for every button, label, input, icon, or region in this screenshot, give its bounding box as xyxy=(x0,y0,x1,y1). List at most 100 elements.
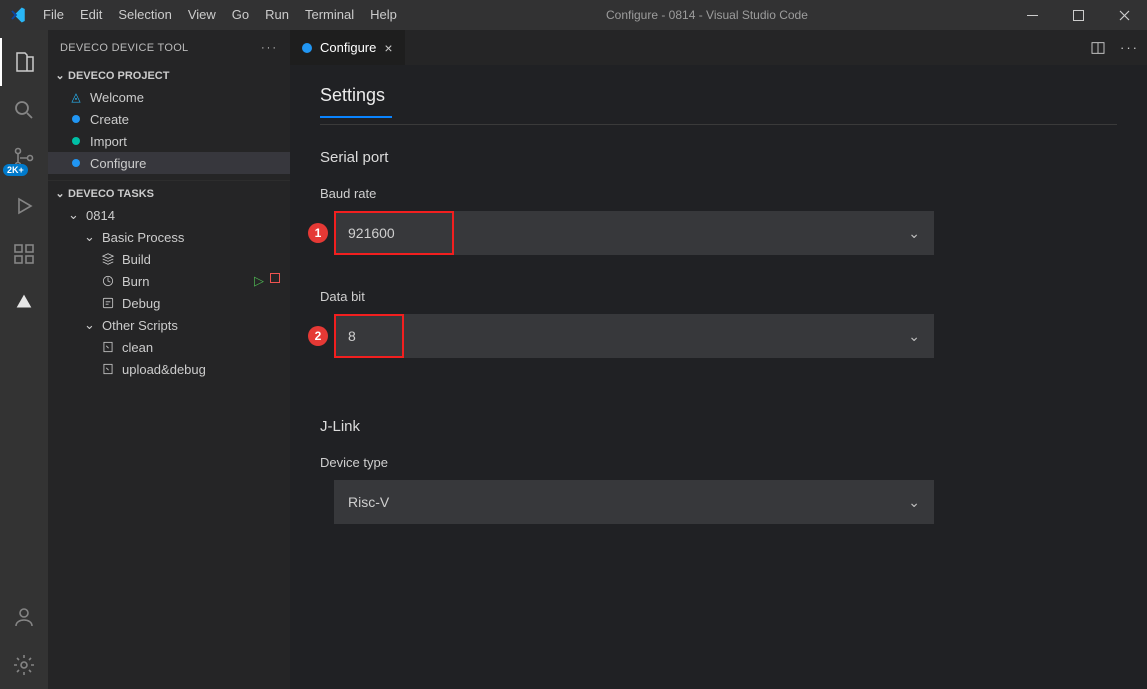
stop-icon[interactable] xyxy=(270,273,280,283)
tree-label: clean xyxy=(122,340,153,355)
sidebar-item-import[interactable]: Import xyxy=(48,130,290,152)
tree-label: Configure xyxy=(90,156,146,171)
build-icon xyxy=(100,251,116,267)
section-title-label: DEVECO PROJECT xyxy=(68,70,169,82)
tree-label: Import xyxy=(90,134,127,149)
script-icon xyxy=(100,339,116,355)
settings-panel[interactable]: Settings Serial port Baud rate 1 921600 … xyxy=(290,65,1147,689)
tree-label: 0814 xyxy=(86,208,115,223)
tab-bar: Configure × ··· xyxy=(290,30,1147,65)
tree-label: Build xyxy=(122,252,151,267)
welcome-icon: ◬ xyxy=(68,89,84,105)
section-title-label: DEVECO TASKS xyxy=(68,188,154,200)
vscode-logo-icon xyxy=(0,6,35,24)
menu-edit[interactable]: Edit xyxy=(72,0,110,30)
sidebar-item-configure[interactable]: Configure xyxy=(48,152,290,174)
debug-icon xyxy=(100,295,116,311)
sidebar-more-icon[interactable]: ··· xyxy=(261,42,278,54)
device-type-label: Device type xyxy=(320,455,1117,470)
baud-rate-label: Baud rate xyxy=(320,186,1117,201)
select-value: Risc-V xyxy=(348,494,389,510)
burn-icon xyxy=(100,273,116,289)
annotation-badge-2: 2 xyxy=(308,326,328,346)
script-icon xyxy=(100,361,116,377)
tab-configure[interactable]: Configure × xyxy=(290,30,406,65)
window-controls xyxy=(1009,0,1147,30)
window-title: Configure - 0814 - Visual Studio Code xyxy=(405,8,1009,22)
task-clean[interactable]: clean xyxy=(48,336,290,358)
chevron-down-icon: ⌄ xyxy=(52,69,68,82)
sidebar: DEVECO DEVICE TOOL ··· ⌄ DEVECO PROJECT … xyxy=(48,30,290,689)
menu-go[interactable]: Go xyxy=(224,0,257,30)
maximize-button[interactable] xyxy=(1055,0,1101,30)
chevron-down-icon: ⌄ xyxy=(908,225,920,242)
task-upload-debug[interactable]: upload&debug xyxy=(48,358,290,380)
task-group-basic[interactable]: ⌄ Basic Process xyxy=(48,226,290,248)
divider xyxy=(320,124,1117,125)
chevron-down-icon: ⌄ xyxy=(84,229,96,245)
tree-label: Other Scripts xyxy=(102,318,178,333)
task-group-other[interactable]: ⌄ Other Scripts xyxy=(48,314,290,336)
menu-terminal[interactable]: Terminal xyxy=(297,0,362,30)
section-deveco-tasks[interactable]: ⌄ DEVECO TASKS xyxy=(48,180,290,204)
scm-badge: 2K+ xyxy=(3,164,28,176)
menu-view[interactable]: View xyxy=(180,0,224,30)
section-deveco-project[interactable]: ⌄ DEVECO PROJECT xyxy=(48,65,290,86)
create-icon xyxy=(68,111,84,127)
menu-run[interactable]: Run xyxy=(257,0,297,30)
chevron-down-icon: ⌄ xyxy=(68,207,80,223)
chevron-down-icon: ⌄ xyxy=(908,494,920,511)
tab-label: Configure xyxy=(320,40,376,55)
chevron-down-icon: ⌄ xyxy=(84,317,96,333)
task-burn[interactable]: Burn ▷ xyxy=(48,270,290,292)
tree-label: Create xyxy=(90,112,129,127)
baud-rate-select[interactable]: 921600 ⌄ xyxy=(334,211,934,255)
close-icon[interactable]: × xyxy=(384,40,392,56)
run-debug-icon[interactable] xyxy=(0,182,48,230)
menu-bar: File Edit Selection View Go Run Terminal… xyxy=(35,0,405,30)
highlight-box xyxy=(334,314,404,358)
annotation-badge-1: 1 xyxy=(308,223,328,243)
tree-label: Debug xyxy=(122,296,160,311)
sidebar-item-welcome[interactable]: ◬ Welcome xyxy=(48,86,290,108)
tree-label: Basic Process xyxy=(102,230,184,245)
activity-bar: 2K+ xyxy=(0,30,48,689)
menu-help[interactable]: Help xyxy=(362,0,405,30)
explorer-icon[interactable] xyxy=(0,38,48,86)
menu-selection[interactable]: Selection xyxy=(110,0,179,30)
select-value: 921600 xyxy=(348,225,395,241)
chevron-down-icon: ⌄ xyxy=(52,187,68,200)
chevron-down-icon: ⌄ xyxy=(908,328,920,345)
run-icon[interactable]: ▷ xyxy=(254,273,264,289)
search-icon[interactable] xyxy=(0,86,48,134)
task-build[interactable]: Build xyxy=(48,248,290,270)
task-root[interactable]: ⌄ 0814 xyxy=(48,204,290,226)
minimize-button[interactable] xyxy=(1009,0,1055,30)
deveco-icon[interactable] xyxy=(0,278,48,326)
sidebar-title: DEVECO DEVICE TOOL xyxy=(60,42,188,54)
tree-label: upload&debug xyxy=(122,362,206,377)
tree-label: Burn xyxy=(122,274,149,289)
source-control-icon[interactable]: 2K+ xyxy=(0,134,48,182)
section-serial-port: Serial port xyxy=(320,149,1117,166)
sidebar-header: DEVECO DEVICE TOOL ··· xyxy=(48,30,290,65)
section-jlink: J-Link xyxy=(320,418,1117,435)
split-editor-icon[interactable] xyxy=(1090,40,1106,56)
import-icon xyxy=(68,133,84,149)
settings-gear-icon[interactable] xyxy=(0,641,48,689)
device-type-select[interactable]: Risc-V ⌄ xyxy=(334,480,934,524)
close-button[interactable] xyxy=(1101,0,1147,30)
sidebar-item-create[interactable]: Create xyxy=(48,108,290,130)
project-tree: ◬ Welcome Create Import Configure xyxy=(48,86,290,180)
menu-file[interactable]: File xyxy=(35,0,72,30)
data-bit-label: Data bit xyxy=(320,289,1117,304)
task-debug[interactable]: Debug xyxy=(48,292,290,314)
data-bit-select[interactable]: 8 ⌄ xyxy=(334,314,934,358)
more-icon[interactable]: ··· xyxy=(1120,40,1139,55)
configure-icon xyxy=(68,155,84,171)
accounts-icon[interactable] xyxy=(0,593,48,641)
extensions-icon[interactable] xyxy=(0,230,48,278)
title-underline xyxy=(320,116,392,118)
tab-dot-icon xyxy=(302,43,312,53)
title-bar: File Edit Selection View Go Run Terminal… xyxy=(0,0,1147,30)
